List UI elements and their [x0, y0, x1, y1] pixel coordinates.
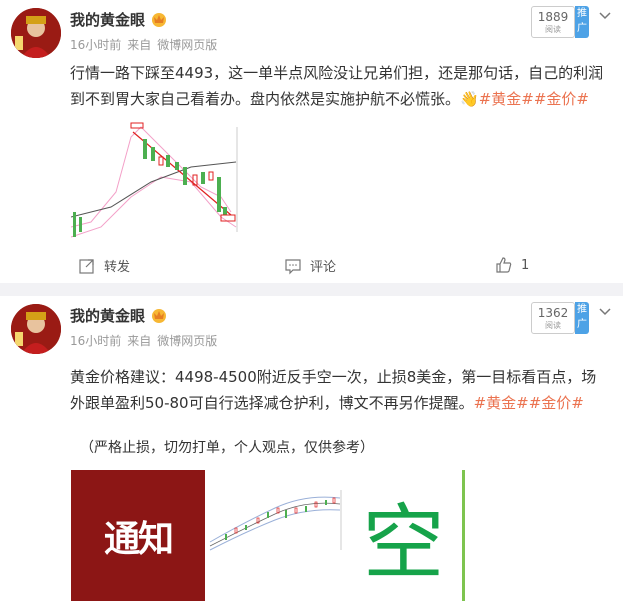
- like-button[interactable]: 1: [495, 256, 529, 274]
- post-source[interactable]: 微博网页版: [157, 38, 217, 52]
- post-source[interactable]: 微博网页版: [157, 334, 217, 348]
- comment-label: 评论: [310, 260, 337, 275]
- short-sell-image-text: 空: [362, 496, 445, 591]
- disclaimer-note: （严格止损，切勿打单，个人观点，仅供参考）: [80, 440, 374, 456]
- hashtag-gold[interactable]: #黄金#: [479, 90, 534, 108]
- hashtag-gold[interactable]: #黄金#: [474, 394, 529, 412]
- short-sell-image[interactable]: 空: [345, 470, 465, 601]
- post-text: 黄金价格建议：4498-4500附近反手空一次，止损8美金，第一目标看百点，场外…: [70, 364, 610, 416]
- repost-label: 转发: [104, 260, 131, 275]
- repost-icon: [79, 258, 94, 274]
- post-time[interactable]: 16小时前: [70, 334, 121, 348]
- thumbs-up-icon: [496, 257, 512, 273]
- comment-icon: [285, 258, 301, 274]
- read-count: 1362: [537, 306, 569, 320]
- vip-badge-icon: [150, 307, 168, 323]
- like-count: 1: [521, 257, 530, 273]
- chevron-down-icon[interactable]: [599, 304, 611, 320]
- comment-button[interactable]: 评论: [284, 256, 336, 275]
- kline-chart-image[interactable]: [71, 117, 241, 242]
- read-label: 阅读: [545, 25, 561, 34]
- post-time[interactable]: 16小时前: [70, 38, 121, 52]
- weibo-post-1: 我的黄金眼 16小时前 来自 微博网页版 1889 阅读 推广 行情一路下踩至449…: [0, 0, 623, 283]
- source-prefix: 来自: [127, 334, 152, 348]
- read-count: 1889: [537, 10, 569, 24]
- source-prefix: 来自: [127, 38, 152, 52]
- author-name[interactable]: 我的黄金眼: [70, 9, 145, 30]
- read-count-box: 1889 阅读: [531, 6, 575, 38]
- read-count-box: 1362 阅读: [531, 302, 575, 334]
- author-avatar[interactable]: [11, 8, 61, 58]
- post-text: 行情一路下踩至4493，这一单半点风险没让兄弟们担，还是那句话，自己的利润到不到…: [70, 60, 610, 112]
- post-meta: 16小时前 来自 微博网页版: [70, 332, 223, 349]
- hashtag-gold-price[interactable]: #金价#: [529, 394, 584, 412]
- post-meta: 16小时前 来自 微博网页版: [70, 36, 223, 53]
- promote-button[interactable]: 推广: [575, 302, 589, 334]
- author-name[interactable]: 我的黄金眼: [70, 305, 145, 326]
- read-label: 阅读: [545, 321, 561, 330]
- chevron-down-icon[interactable]: [599, 8, 611, 24]
- wave-emoji: 👋: [460, 90, 479, 108]
- notice-image-text: 通知: [103, 518, 174, 560]
- author-avatar[interactable]: [11, 304, 61, 354]
- hashtag-gold-price[interactable]: #金价#: [534, 90, 589, 108]
- post-actions: 转发 评论 1: [0, 252, 623, 276]
- notice-image[interactable]: 通知: [71, 470, 205, 601]
- repost-button[interactable]: 转发: [78, 256, 130, 275]
- vip-badge-icon: [150, 11, 168, 27]
- promote-button[interactable]: 推广: [575, 6, 589, 38]
- kline-chart-image-2[interactable]: [205, 470, 345, 601]
